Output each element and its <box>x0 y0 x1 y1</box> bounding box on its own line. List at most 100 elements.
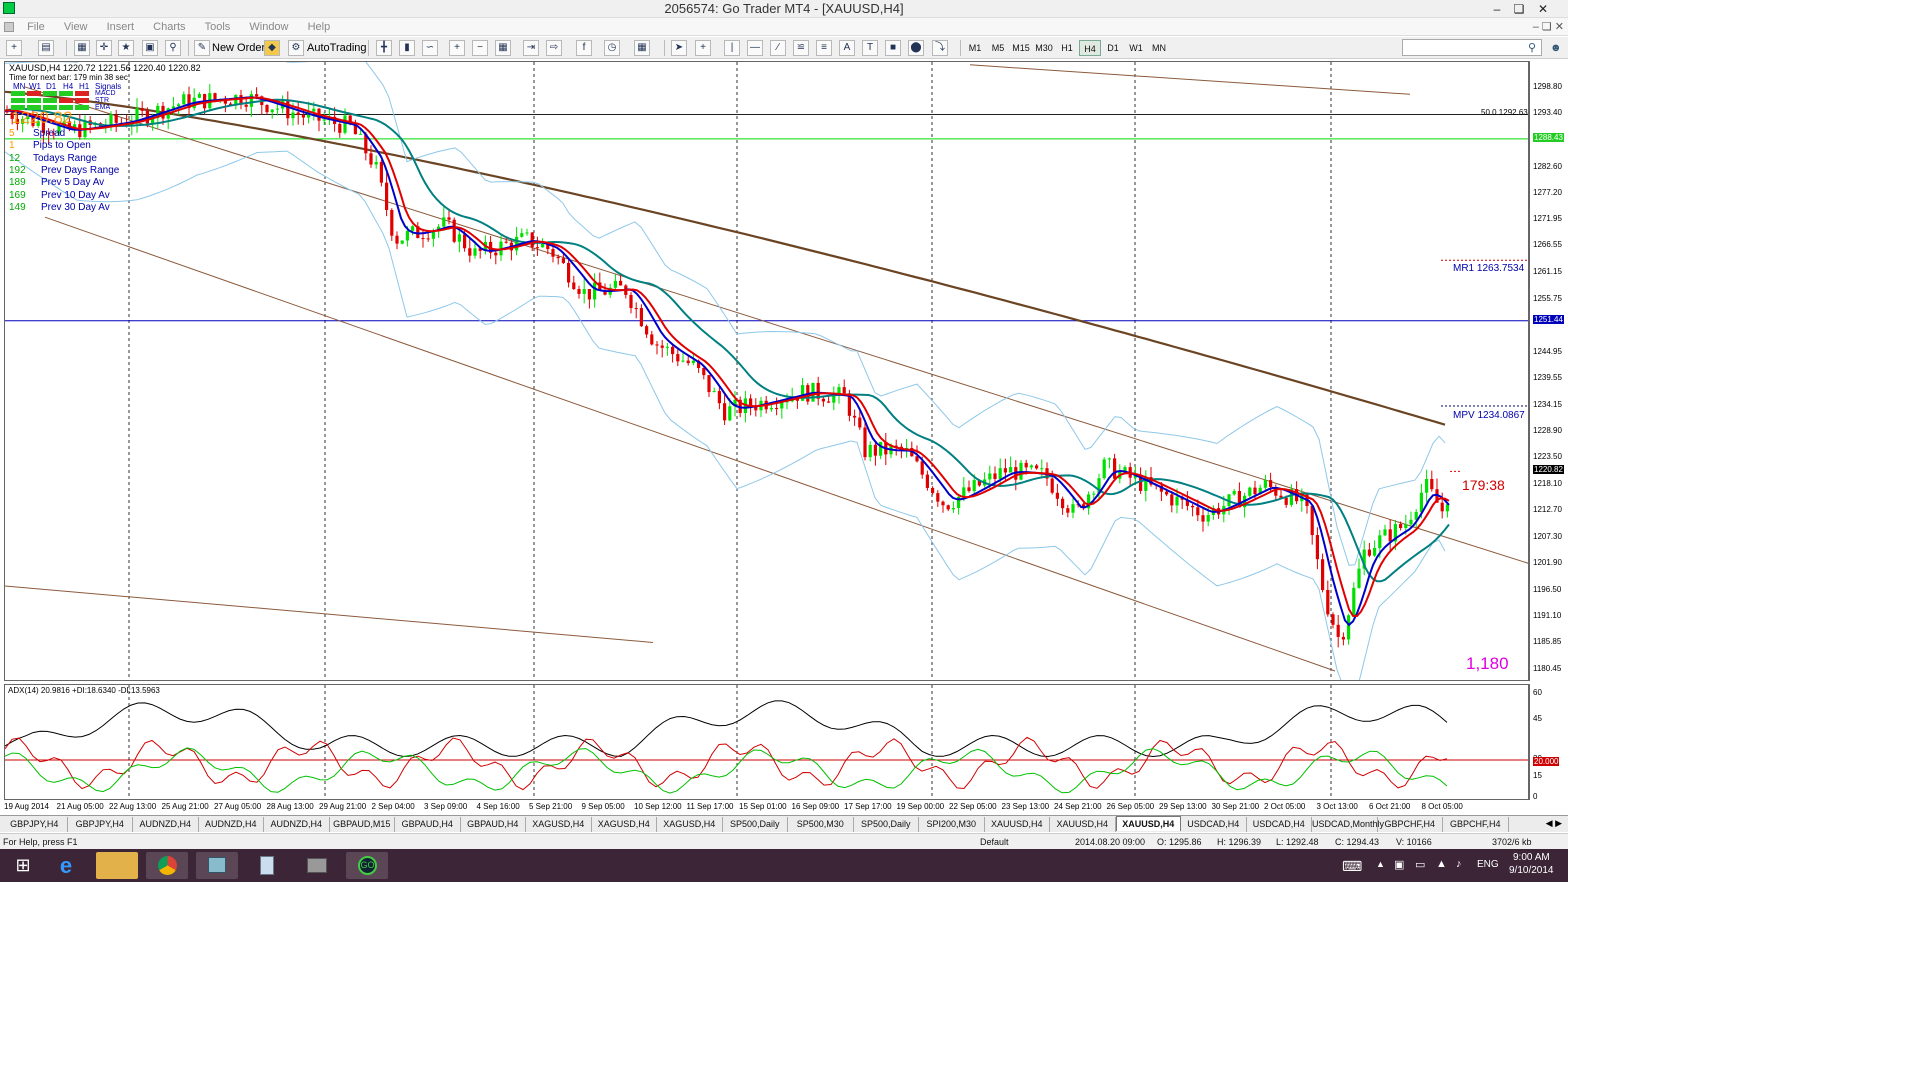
file-explorer-icon[interactable] <box>96 852 138 879</box>
close-icon[interactable]: ✕ <box>1532 0 1554 18</box>
rectangle-icon[interactable]: ■ <box>885 40 901 56</box>
network-icon[interactable]: ▣ <box>1394 858 1404 871</box>
mdi-window-controls[interactable]: – ❏ ✕ <box>1533 18 1564 36</box>
chart-tab[interactable]: GBPAUD,H4 <box>395 817 461 832</box>
chart-tab[interactable]: GBPJPY,H4 <box>2 817 68 832</box>
bar-chart-icon[interactable]: ╋ <box>376 40 392 56</box>
channel-icon[interactable]: ≌ <box>793 40 809 56</box>
restore-icon[interactable]: ❏ <box>1508 0 1530 18</box>
chart-tab[interactable]: GBPAUD,H4 <box>461 817 526 832</box>
candlesticks-icon[interactable]: ▮ <box>399 40 415 56</box>
film-app-icon[interactable] <box>296 852 338 879</box>
metaeditor-icon[interactable]: ◆ <box>264 40 280 56</box>
new-order-icon[interactable]: ✎ <box>194 40 210 56</box>
community-icon[interactable]: ☻ <box>1550 40 1562 56</box>
calculator-icon[interactable] <box>246 852 288 879</box>
autotrading-button[interactable]: AutoTrading <box>307 40 367 56</box>
text-label-icon[interactable]: T <box>862 40 878 56</box>
clock-time[interactable]: 9:00 AM <box>1513 852 1550 863</box>
timeframe-m30[interactable]: M30 <box>1033 40 1055 56</box>
search-input[interactable] <box>1402 39 1542 56</box>
menu-view[interactable]: View <box>56 18 96 36</box>
tile-windows-icon[interactable]: ▦ <box>495 40 511 56</box>
adx-indicator[interactable]: ADX(14) 20.9816 +DI:18.6340 -DI:13.5963 <box>4 684 1529 800</box>
price-chart[interactable]: XAUUSD,H4 1220.72 1221.56 1220.40 1220.8… <box>4 61 1529 681</box>
start-icon[interactable]: ⊞ <box>2 852 44 879</box>
timeframe-h1[interactable]: H1 <box>1056 40 1078 56</box>
battery-icon[interactable]: ▭ <box>1415 858 1425 871</box>
chart-tab[interactable]: SP500,M30 <box>788 817 854 832</box>
clock-date[interactable]: 9/10/2014 <box>1509 865 1554 876</box>
menu-file[interactable]: File <box>19 18 53 36</box>
chart-tab[interactable]: AUDNZD,H4 <box>264 817 330 832</box>
chart-tab[interactable]: GBPAUD,M15 <box>330 817 395 832</box>
chart-tab[interactable]: XAGUSD,H4 <box>592 817 657 832</box>
chart-tab[interactable]: XAUUSD,H4 <box>985 817 1050 832</box>
timeframe-w1[interactable]: W1 <box>1125 40 1147 56</box>
chart-tab[interactable]: AUDNZD,H4 <box>199 817 264 832</box>
wifi-icon[interactable]: ▲ <box>1436 858 1447 870</box>
crosshair-icon[interactable]: + <box>695 40 711 56</box>
terminal-icon[interactable]: ▣ <box>142 40 158 56</box>
internet-explorer-icon[interactable]: e <box>45 852 87 879</box>
chart-tab[interactable]: GBPCHF,H4 <box>1443 817 1509 832</box>
chart-tab[interactable]: USDCAD,H4 <box>1181 817 1247 832</box>
chart-tab[interactable]: SP500,Daily <box>723 817 788 832</box>
new-order-button[interactable]: New Order <box>212 40 265 56</box>
metatrader-icon[interactable]: GO <box>346 852 388 879</box>
trendline-icon[interactable]: ∕ <box>770 40 786 56</box>
templates-icon[interactable]: ▦ <box>634 40 650 56</box>
new-chart-icon[interactable]: + <box>6 40 22 56</box>
chart-tab[interactable]: XAUUSD,H4 <box>1115 816 1181 831</box>
menu-tools[interactable]: Tools <box>197 18 239 36</box>
timeframe-m5[interactable]: M5 <box>987 40 1009 56</box>
timeframe-d1[interactable]: D1 <box>1102 40 1124 56</box>
chart-tab[interactable]: GBPCHF,H4 <box>1378 817 1443 832</box>
remote-app-icon[interactable] <box>196 852 238 879</box>
zoom-out-icon[interactable]: − <box>472 40 488 56</box>
indicators-icon[interactable]: f <box>576 40 592 56</box>
tray-expand-icon[interactable]: ▲ <box>1376 859 1385 869</box>
chart-tab[interactable]: XAGUSD,H4 <box>526 817 592 832</box>
fibonacci-icon[interactable]: ≡ <box>816 40 832 56</box>
chart-tab[interactable]: SP500,Daily <box>854 817 919 832</box>
menu-charts[interactable]: Charts <box>145 18 193 36</box>
vertical-line-icon[interactable]: | <box>724 40 740 56</box>
menu-window[interactable]: Window <box>241 18 296 36</box>
strategy-tester-icon[interactable]: ⚲ <box>165 40 181 56</box>
arrows-icon[interactable]: ⤵ <box>932 40 948 56</box>
autotrading-icon[interactable]: ⚙ <box>288 40 304 56</box>
line-chart-icon[interactable]: ∽ <box>422 40 438 56</box>
chart-tab[interactable]: SPI200,M30 <box>919 817 985 832</box>
data-window-icon[interactable]: ✛ <box>96 40 112 56</box>
market-watch-icon[interactable]: ▦ <box>74 40 90 56</box>
cursor-icon[interactable]: ➤ <box>671 40 687 56</box>
navigator-icon[interactable]: ★ <box>118 40 134 56</box>
chart-tab[interactable]: USDCAD,Monthly <box>1312 817 1384 832</box>
language-indicator[interactable]: ENG <box>1477 859 1499 870</box>
chart-tab[interactable]: XAUUSD,H4 <box>1050 817 1116 832</box>
horizontal-line-icon[interactable]: — <box>747 40 763 56</box>
timeframe-mn[interactable]: MN <box>1148 40 1170 56</box>
text-icon[interactable]: A <box>839 40 855 56</box>
tab-scroll-icon[interactable]: ◀ ▶ <box>1546 818 1562 829</box>
timeframe-m15[interactable]: M15 <box>1010 40 1032 56</box>
ellipse-icon[interactable]: ⬤ <box>908 40 924 56</box>
periods-icon[interactable]: ◷ <box>604 40 620 56</box>
chart-shift-icon[interactable]: ⇥ <box>523 40 539 56</box>
keyboard-icon[interactable]: ⌨ <box>1342 858 1362 875</box>
auto-scroll-icon[interactable]: ⇨ <box>546 40 562 56</box>
price-axis[interactable]: 1298.80 1293.40 1288.43 1282.60 1277.20 1271.… <box>1529 61 1568 681</box>
chrome-icon[interactable] <box>146 852 188 879</box>
minimize-icon[interactable]: – <box>1486 0 1508 18</box>
menu-insert[interactable]: Insert <box>99 18 143 36</box>
volume-icon[interactable]: ♪ <box>1456 858 1462 870</box>
chart-tab[interactable]: AUDNZD,H4 <box>133 817 199 832</box>
profiles-icon[interactable]: ▤ <box>38 40 54 56</box>
zoom-in-icon[interactable]: + <box>449 40 465 56</box>
timeframe-m1[interactable]: M1 <box>964 40 986 56</box>
menu-help[interactable]: Help <box>300 18 339 36</box>
chart-tab[interactable]: GBPJPY,H4 <box>68 817 133 832</box>
search-icon[interactable]: ⚲ <box>1528 40 1536 56</box>
chart-tab[interactable]: USDCAD,H4 <box>1247 817 1312 832</box>
